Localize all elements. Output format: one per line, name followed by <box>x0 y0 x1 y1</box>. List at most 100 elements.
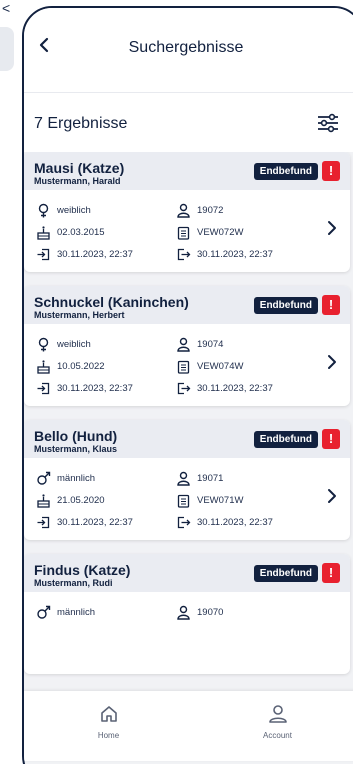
person-icon <box>177 337 190 352</box>
person-icon <box>177 471 190 486</box>
cake-icon <box>37 359 50 374</box>
clipboard-icon <box>177 226 190 240</box>
screenshot-stage: < Suchergebnisse 7 Ergebnisse Mausi (Kat… <box>0 0 353 764</box>
alert-icon: ! <box>322 161 340 181</box>
cake-icon <box>37 493 50 508</box>
result-card[interactable]: Mausi (Katze) Mustermann, Harald Endbefu… <box>24 152 350 272</box>
card-row: männlich 19071 <box>36 467 340 489</box>
male-icon <box>37 471 51 485</box>
results-list: Mausi (Katze) Mustermann, Harald Endbefu… <box>24 152 353 674</box>
code-value: VEW072W <box>197 226 244 238</box>
sex-field: weiblich <box>36 337 176 352</box>
sex-field: männlich <box>36 471 176 486</box>
status-badge: Endbefund <box>253 565 318 582</box>
birth-value: 21.05.2020 <box>57 494 105 506</box>
id-value: 19072 <box>197 204 224 216</box>
sex-field: männlich <box>36 605 176 620</box>
result-card[interactable]: Findus (Katze) Mustermann, Rudi Endbefun… <box>24 554 350 674</box>
checkout-field: 30.11.2023, 22:37 <box>176 381 326 396</box>
sex-value: weiblich <box>57 204 91 216</box>
card-row: 30.11.2023, 22:37 30.11.2023, 22:37 <box>36 377 340 399</box>
status-badge: Endbefund <box>253 163 318 180</box>
chevron-right-icon <box>328 489 336 503</box>
sign-out-icon <box>177 516 191 528</box>
code-value: VEW074W <box>197 360 244 372</box>
card-header: Schnuckel (Kaninchen) Mustermann, Herber… <box>24 286 350 324</box>
bottom-nav: Home Account <box>24 691 353 761</box>
card-row: 30.11.2023, 22:37 30.11.2023, 22:37 <box>36 511 340 533</box>
id-field: 19072 <box>176 203 326 218</box>
card-body: männlich 19071 21.05.2020 VEW071W 30.11.… <box>24 458 350 540</box>
nav-home[interactable]: Home <box>24 691 193 761</box>
birth-field: 10.05.2022 <box>36 359 176 374</box>
female-icon <box>38 203 49 217</box>
code-value: VEW071W <box>197 494 244 506</box>
checkin-value: 30.11.2023, 22:37 <box>57 516 133 528</box>
card-body: weiblich 19074 10.05.2022 VEW074W 30.11.… <box>24 324 350 406</box>
checkin-value: 30.11.2023, 22:37 <box>57 248 133 260</box>
card-row: 30.11.2023, 22:37 30.11.2023, 22:37 <box>36 243 340 265</box>
checkout-value: 30.11.2023, 22:37 <box>197 516 273 528</box>
sign-in-icon <box>37 382 50 394</box>
alert-icon: ! <box>322 429 340 449</box>
nav-account-label: Account <box>263 731 292 740</box>
checkout-value: 30.11.2023, 22:37 <box>197 248 273 260</box>
sign-in-icon <box>37 516 50 528</box>
code-field: VEW074W <box>176 359 326 374</box>
chevron-right-icon <box>328 355 336 369</box>
card-header: Findus (Katze) Mustermann, Rudi Endbefun… <box>24 554 350 592</box>
checkin-value: 30.11.2023, 22:37 <box>57 382 133 394</box>
checkout-field: 30.11.2023, 22:37 <box>176 515 326 530</box>
clipboard-icon <box>177 494 190 508</box>
birth-field: 02.03.2015 <box>36 225 176 240</box>
home-icon <box>100 706 117 722</box>
id-value: 19071 <box>197 472 224 484</box>
sign-in-icon <box>37 248 50 260</box>
card-row: weiblich 19072 <box>36 199 340 221</box>
alert-icon: ! <box>322 563 340 583</box>
card-row: 02.03.2015 VEW072W <box>36 221 340 243</box>
id-value: 19074 <box>197 338 224 350</box>
birth-value: 02.03.2015 <box>57 226 105 238</box>
app-header: Suchergebnisse <box>24 8 353 92</box>
page-title: Suchergebnisse <box>128 39 244 56</box>
nav-home-label: Home <box>97 731 120 740</box>
results-bar: 7 Ergebnisse <box>24 92 353 152</box>
card-row: 21.05.2020 VEW071W <box>36 489 340 511</box>
card-body: männlich 19070 <box>24 592 350 674</box>
clipboard-icon <box>177 360 190 374</box>
sex-value: weiblich <box>57 338 91 350</box>
status-badge: Endbefund <box>253 297 318 314</box>
sex-field: weiblich <box>36 203 176 218</box>
card-row: männlich 19070 <box>36 601 340 623</box>
person-icon <box>177 605 190 620</box>
card-header: Mausi (Katze) Mustermann, Harald Endbefu… <box>24 152 350 190</box>
card-header: Bello (Hund) Mustermann, Klaus Endbefund… <box>24 420 350 458</box>
sex-value: männlich <box>57 606 96 618</box>
id-field: 19071 <box>176 471 326 486</box>
background-tab <box>0 27 14 71</box>
sex-value: männlich <box>57 472 96 484</box>
code-field: VEW071W <box>176 493 326 508</box>
results-count: 7 Ergebnisse <box>34 115 128 132</box>
male-icon <box>37 605 51 619</box>
checkout-field: 30.11.2023, 22:37 <box>176 247 326 262</box>
account-icon <box>268 705 287 723</box>
sign-out-icon <box>177 248 191 260</box>
checkin-field: 30.11.2023, 22:37 <box>36 247 176 262</box>
nav-account[interactable]: Account <box>193 691 353 761</box>
birth-field: 21.05.2020 <box>36 493 176 508</box>
status-badge: Endbefund <box>253 431 318 448</box>
result-card[interactable]: Bello (Hund) Mustermann, Klaus Endbefund… <box>24 420 350 540</box>
background-back-glyph: < <box>2 0 11 16</box>
id-field: 19070 <box>176 605 326 620</box>
result-card[interactable]: Schnuckel (Kaninchen) Mustermann, Herber… <box>24 286 350 406</box>
sliders-icon[interactable] <box>316 111 340 135</box>
birth-value: 10.05.2022 <box>57 360 105 372</box>
chevron-right-icon <box>328 221 336 235</box>
id-field: 19074 <box>176 337 326 352</box>
cake-icon <box>37 225 50 240</box>
alert-icon: ! <box>322 295 340 315</box>
sign-out-icon <box>177 382 191 394</box>
phone-frame: Suchergebnisse 7 Ergebnisse Mausi (Katze… <box>22 6 353 764</box>
